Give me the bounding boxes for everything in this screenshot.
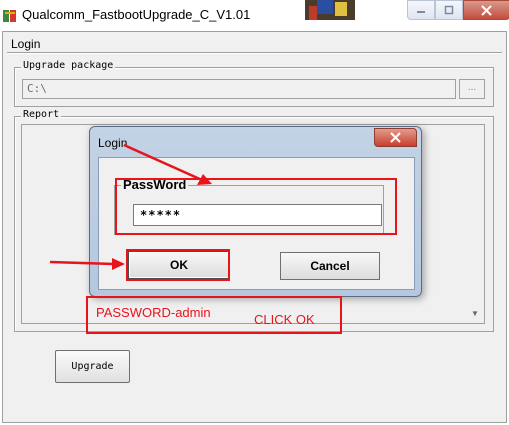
background-art [305,0,355,20]
browse-button[interactable]: ... [459,79,485,99]
close-icon [481,4,492,16]
click-ok-hint-text: CLICK OK [254,312,315,327]
title-bar: Qualcomm_FastbootUpgrade_C_V1.01 [0,0,509,31]
maximize-button[interactable] [435,0,463,20]
minimize-button[interactable] [407,0,435,20]
maximize-icon [444,5,454,15]
close-button[interactable] [463,0,509,20]
ok-highlight-box [126,249,230,281]
report-title: Report [21,109,62,120]
password-hint-text: PASSWORD-admin [96,305,211,320]
minimize-icon [417,11,425,13]
scroll-down-icon[interactable]: ▼ [470,309,480,319]
login-dialog-title: Login [98,136,128,150]
upgrade-package-title: Upgrade package [21,60,116,71]
cancel-button[interactable]: Cancel [280,252,380,280]
app-icon [3,10,16,22]
dialog-close-button[interactable] [374,128,417,147]
password-highlight-box [115,178,397,235]
package-path-input[interactable]: C:\ [22,79,456,99]
window-title: Qualcomm_FastbootUpgrade_C_V1.01 [22,7,251,22]
menu-separator [7,52,502,54]
upgrade-button[interactable]: Upgrade [55,350,130,383]
menu-login[interactable]: Login [11,37,40,51]
close-icon [390,132,401,143]
